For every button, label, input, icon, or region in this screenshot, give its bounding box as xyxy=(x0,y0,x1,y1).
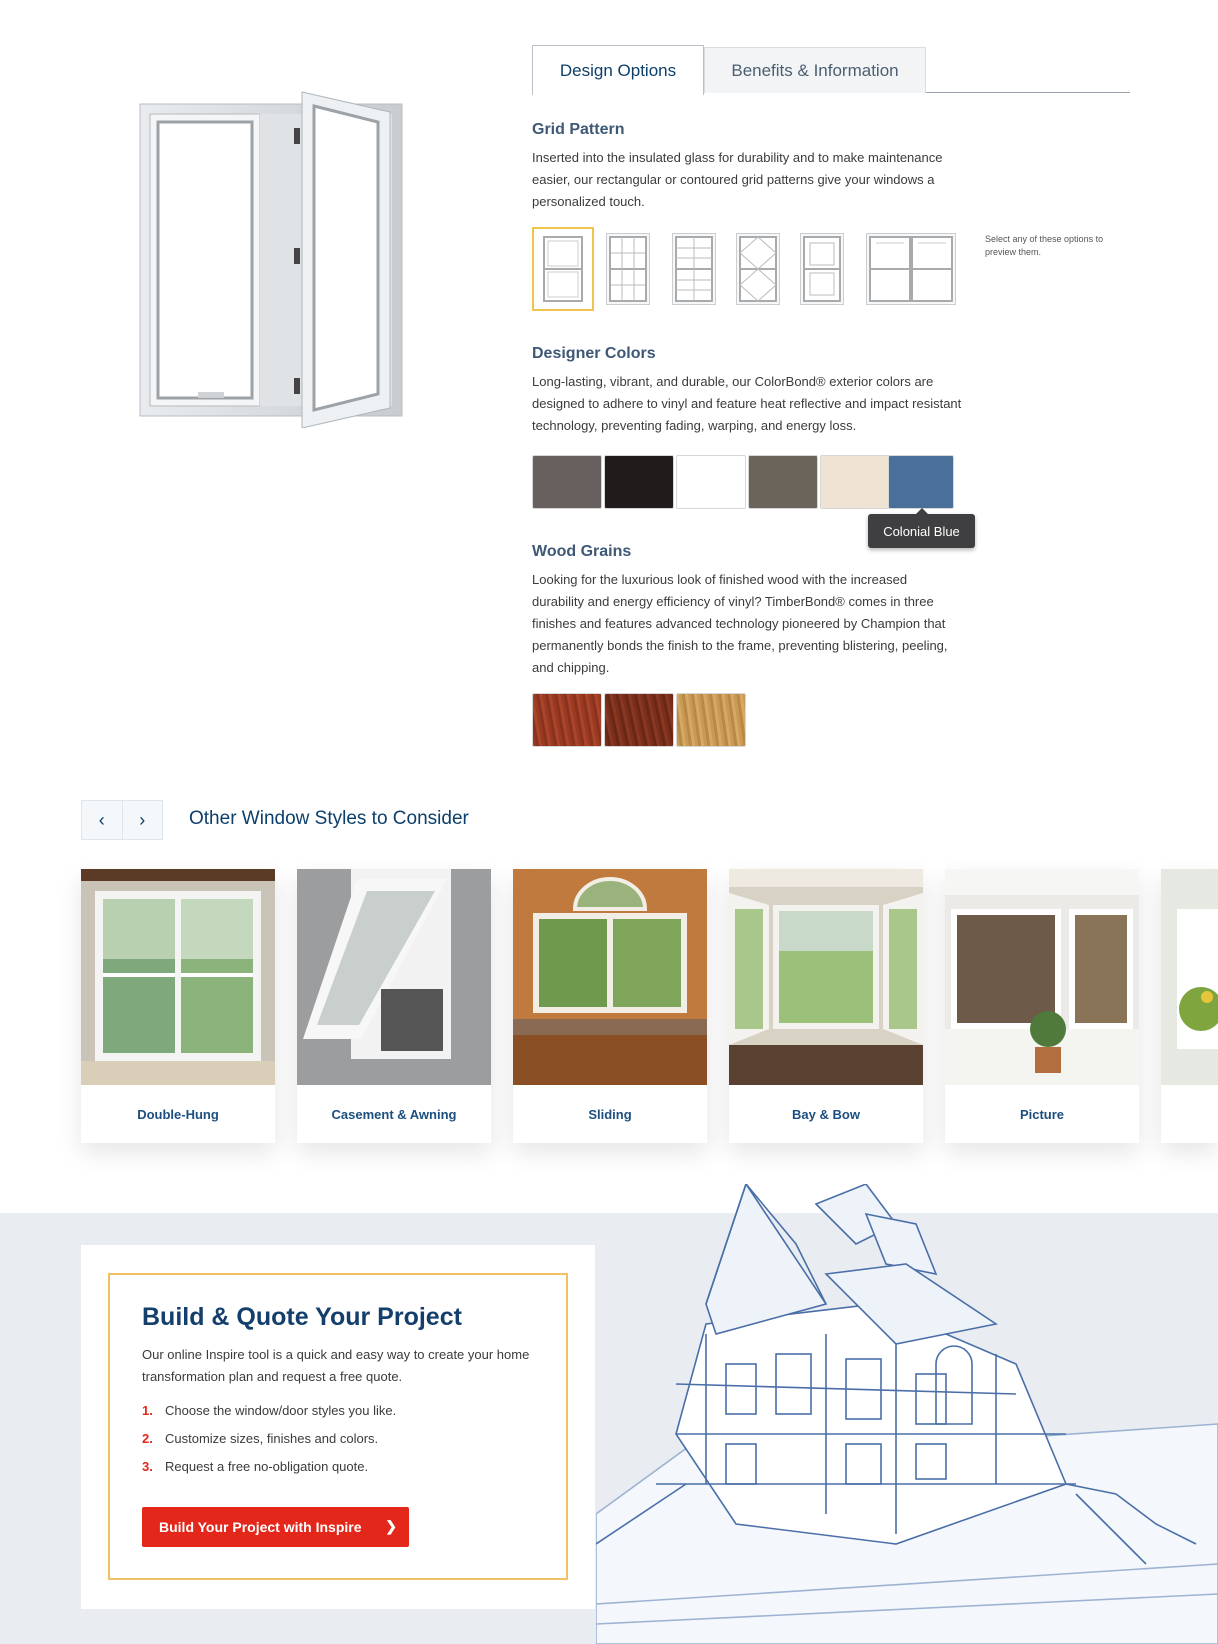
wood-swatch-mahogany[interactable] xyxy=(604,693,674,747)
step-text: Customize sizes, finishes and colors. xyxy=(165,1431,379,1446)
style-card-label: Sliding xyxy=(588,1106,632,1122)
style-card-label: Casement & Awning xyxy=(331,1106,457,1122)
build-project-button-label: Build Your Project with Inspire xyxy=(159,1519,362,1535)
other-styles-title: Other Window Styles to Consider xyxy=(189,808,469,829)
carousel-nav: ‹ › xyxy=(81,800,163,840)
wood-grains-description: Looking for the luxurious look of finish… xyxy=(532,572,948,675)
color-swatch-selected[interactable] xyxy=(888,455,954,509)
picture-photo xyxy=(945,869,1139,1085)
build-step-3: 3. Request a free no-obligation quote. xyxy=(142,1459,368,1474)
grid-pattern-description: Inserted into the insulated glass for du… xyxy=(532,150,943,209)
wood-swatch-oak[interactable] xyxy=(676,693,746,747)
double-hung-photo xyxy=(81,869,275,1085)
step-number: 1. xyxy=(142,1403,153,1418)
style-card-label: Double-Hung xyxy=(137,1106,219,1122)
chevron-right-icon: ❯ xyxy=(385,1518,397,1534)
build-project-button[interactable]: Build Your Project with Inspire ❯ xyxy=(142,1507,409,1547)
chevron-right-icon[interactable]: › xyxy=(123,801,163,839)
step-number: 3. xyxy=(142,1459,153,1474)
style-card-bay-bow[interactable]: Bay & Bow xyxy=(729,869,923,1143)
house-blueprint-illustration xyxy=(595,1182,1218,1644)
style-card-casement-awning[interactable]: Casement & Awning xyxy=(297,869,491,1143)
color-swatch[interactable] xyxy=(604,455,674,509)
designer-colors-title: Designer Colors xyxy=(532,345,656,362)
build-step-2: 2. Customize sizes, finishes and colors. xyxy=(142,1431,378,1446)
color-swatch[interactable] xyxy=(676,455,746,509)
style-card-label: Bay & Bow xyxy=(792,1106,860,1122)
grid-pattern-title: Grid Pattern xyxy=(532,121,625,138)
wood-grains-title: Wood Grains xyxy=(532,543,632,560)
wood-swatch-cherry[interactable] xyxy=(532,693,602,747)
grid-option-hint: Select any of these options to preview t… xyxy=(985,234,1104,257)
tab-bar: Design Options Benefits & Information xyxy=(532,45,1130,95)
step-number: 2. xyxy=(142,1431,153,1446)
build-quote-title: Build & Quote Your Project xyxy=(142,1303,462,1331)
build-quote-description: Our online Inspire tool is a quick and e… xyxy=(142,1347,530,1384)
grid-pattern-options xyxy=(532,227,956,311)
build-step-1: 1. Choose the window/door styles you like… xyxy=(142,1403,396,1418)
perimeter-grid-icon[interactable] xyxy=(800,233,844,305)
style-card-sliding[interactable]: Sliding xyxy=(513,869,707,1143)
tab-design-options[interactable]: Design Options xyxy=(532,45,704,95)
diamond-grid-icon[interactable] xyxy=(736,233,780,305)
color-swatch[interactable] xyxy=(820,455,890,509)
product-window-image xyxy=(138,88,410,429)
casement-awning-photo xyxy=(297,869,491,1085)
prairie-grid-icon[interactable] xyxy=(672,233,716,305)
chevron-left-icon[interactable]: ‹ xyxy=(82,801,123,839)
colonial-grid-icon[interactable] xyxy=(606,233,650,305)
color-tooltip: Colonial Blue xyxy=(868,508,975,548)
tab-benefits-information[interactable]: Benefits & Information xyxy=(704,47,926,93)
designer-colors-description: Long-lasting, vibrant, and durable, our … xyxy=(532,374,962,433)
color-swatch[interactable] xyxy=(532,455,602,509)
bay-bow-photo xyxy=(729,869,923,1085)
step-text: Choose the window/door styles you like. xyxy=(165,1403,397,1418)
style-card-partial[interactable] xyxy=(1161,869,1218,1143)
style-card-picture[interactable]: Picture xyxy=(945,869,1139,1143)
no-grid-icon[interactable] xyxy=(532,227,594,311)
sliding-photo xyxy=(513,869,707,1085)
color-swatch[interactable] xyxy=(748,455,818,509)
style-card-label: Picture xyxy=(1019,1106,1065,1122)
style-card-double-hung[interactable]: Double-Hung xyxy=(81,869,275,1143)
partial-card-photo xyxy=(1161,869,1218,1085)
twin-window-grid-icon[interactable] xyxy=(866,233,956,305)
step-text: Request a free no-obligation quote. xyxy=(165,1459,369,1474)
